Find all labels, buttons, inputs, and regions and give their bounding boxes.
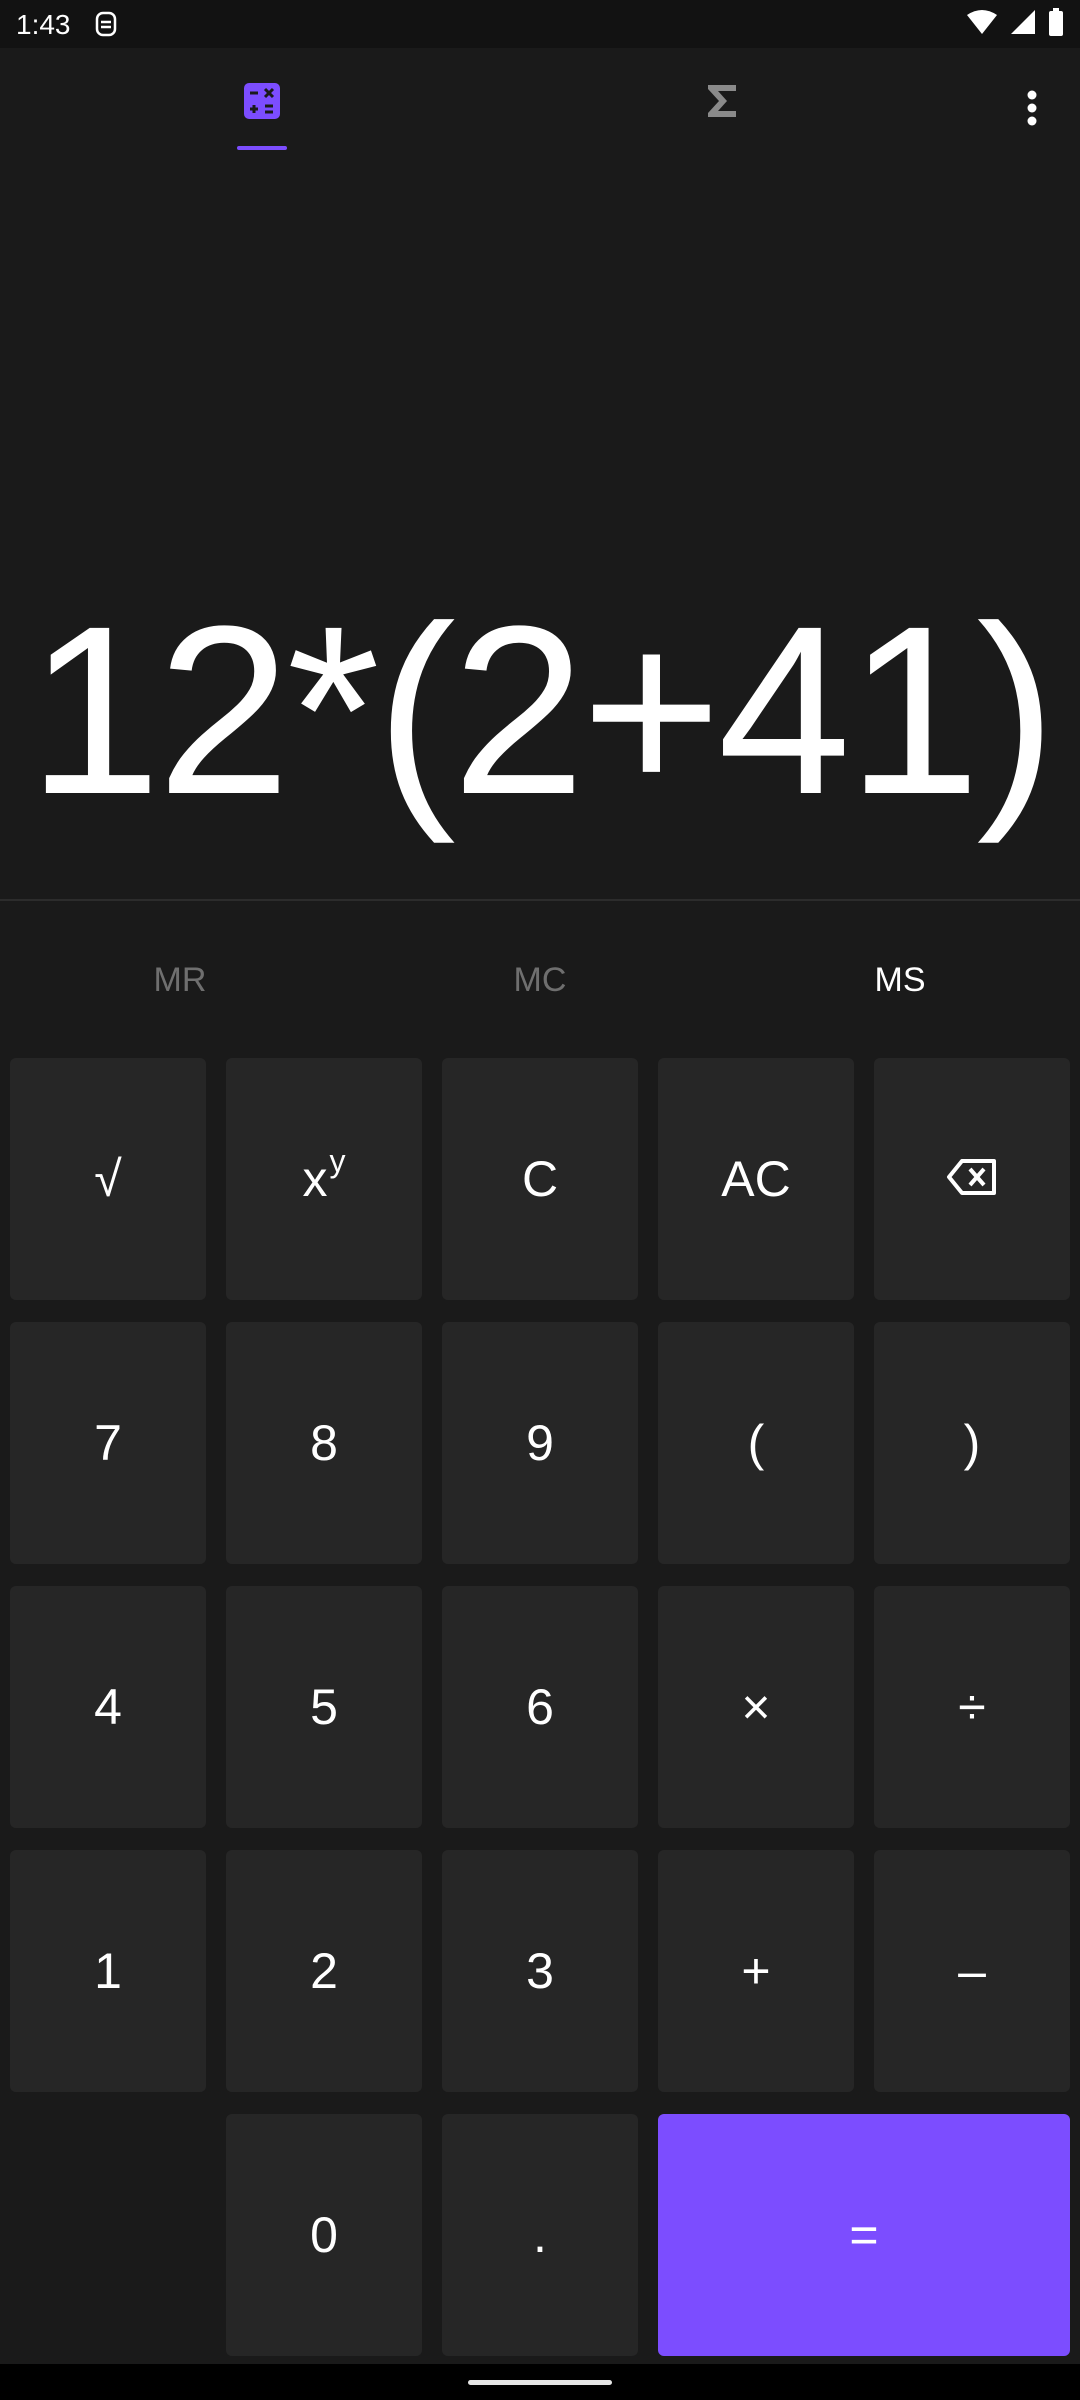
backspace-icon	[946, 1150, 998, 1208]
digit-2-button[interactable]: 2	[226, 1850, 422, 2092]
tab-calculator[interactable]	[220, 48, 304, 158]
memory-clear-button[interactable]: MC	[440, 930, 640, 1030]
calculator-screen: 1:43 12*(2+41) MR MC MS √ x y C AC 7 8 9…	[0, 0, 1080, 2400]
digit-8-button[interactable]: 8	[226, 1322, 422, 1564]
status-icons	[966, 7, 1064, 41]
more-vert-icon	[1026, 90, 1038, 131]
sqrt-button[interactable]: √	[10, 1058, 206, 1300]
all-clear-button[interactable]: AC	[658, 1058, 854, 1300]
tab-sigma[interactable]	[680, 48, 764, 158]
decimal-point-button[interactable]: .	[442, 2114, 638, 2356]
equals-button[interactable]: =	[658, 2114, 1070, 2356]
sigma-icon	[705, 82, 739, 125]
backspace-button[interactable]	[874, 1058, 1070, 1300]
display-divider	[0, 899, 1080, 901]
digit-5-button[interactable]: 5	[226, 1586, 422, 1828]
memory-recall-button[interactable]: MR	[80, 930, 280, 1030]
top-app-bar	[0, 48, 1080, 158]
active-tab-indicator	[237, 146, 287, 150]
plus-button[interactable]: +	[658, 1850, 854, 2092]
memory-store-button[interactable]: MS	[800, 930, 1000, 1030]
clear-button[interactable]: C	[442, 1058, 638, 1300]
status-bar: 1:43	[0, 0, 1080, 48]
multiply-button[interactable]: ×	[658, 1586, 854, 1828]
digit-6-button[interactable]: 6	[442, 1586, 638, 1828]
battery-icon	[1048, 7, 1064, 41]
digit-1-button[interactable]: 1	[10, 1850, 206, 2092]
close-paren-button[interactable]: )	[874, 1322, 1070, 1564]
screenshot-lens-icon	[92, 10, 120, 38]
status-time: 1:43	[16, 9, 71, 40]
wifi-icon	[966, 9, 998, 40]
calculator-icon	[242, 81, 282, 126]
power-button[interactable]: xy	[226, 1058, 422, 1300]
digit-4-button[interactable]: 4	[10, 1586, 206, 1828]
digit-7-button[interactable]: 7	[10, 1322, 206, 1564]
digit-3-button[interactable]: 3	[442, 1850, 638, 2092]
memory-row: MR MC MS	[0, 930, 1080, 1030]
more-options-button[interactable]	[1010, 80, 1054, 140]
expression-display: 12*(2+41)	[27, 576, 1057, 844]
signal-icon	[1010, 9, 1036, 40]
open-paren-button[interactable]: (	[658, 1322, 854, 1564]
minus-button[interactable]: –	[874, 1850, 1070, 2092]
power-base-label: x	[302, 1151, 328, 1207]
gesture-nav-handle[interactable]	[468, 2380, 612, 2385]
power-exponent-label: y	[329, 1142, 346, 1179]
digit-0-button[interactable]: 0	[226, 2114, 422, 2356]
digit-9-button[interactable]: 9	[442, 1322, 638, 1564]
divide-button[interactable]: ÷	[874, 1586, 1070, 1828]
